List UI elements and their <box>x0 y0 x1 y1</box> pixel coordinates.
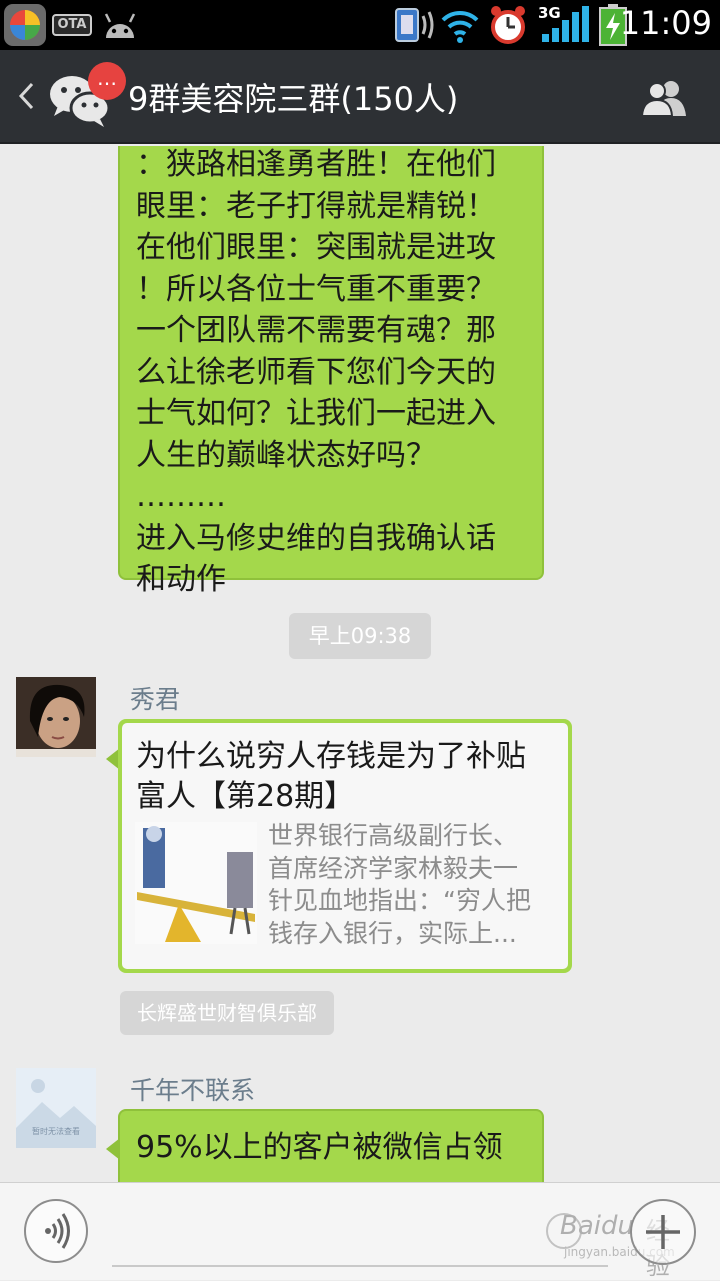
status-clock: 11:09 <box>619 4 712 42</box>
plus-icon <box>646 1215 680 1249</box>
app-store-icon <box>4 4 46 46</box>
article-title-line: 为什么说穷人存钱是为了补贴 <box>136 739 526 774</box>
article-description: 世界银行高级副行长、 首席经济学家林毅夫一 针见血地指出：“穷人把 钱存入银行，… <box>268 820 531 950</box>
message-line: 一个团队需不需要有魂？那 <box>136 313 496 348</box>
article-desc-line: 首席经济学家林毅夫一 <box>268 853 519 883</box>
message-line: 进入马修史维的自我确认话 <box>136 520 496 556</box>
voice-icon <box>45 1213 70 1249</box>
chat-title: 9群美容院三群(150人) <box>128 80 459 118</box>
chat-message-list[interactable]: ：狭路相逢勇者胜！在他们 眼里：老子打得就是精锐！ 在他们眼里：突围就是进攻 ！… <box>0 146 720 1182</box>
message-line: 和动作 <box>136 562 226 597</box>
article-title: 为什么说穷人存钱是为了补贴 富人【第28期】 <box>136 737 526 817</box>
article-card[interactable]: 为什么说穷人存钱是为了补贴 富人【第28期】 世界银行高级副行长、 首席经济学家… <box>118 719 572 973</box>
vibrate-icon <box>390 6 436 44</box>
article-title-line: 富人【第28期】 <box>136 779 355 814</box>
user-photo-icon <box>16 677 96 757</box>
avatar[interactable] <box>16 677 96 757</box>
message-line: 95%以上的客户被微信占领 <box>136 1130 503 1165</box>
alarm-clock-icon <box>488 4 528 46</box>
article-desc-line: 针见血地指出：“穷人把 <box>268 886 531 915</box>
badge-text: … <box>97 66 117 90</box>
signal-3g-icon: 3G <box>538 4 590 44</box>
placeholder-text: 暂时无法查看 <box>32 1127 80 1136</box>
sender-name: 秀君 <box>130 685 181 714</box>
article-thumbnail <box>135 822 257 944</box>
message-line: 士气如何？让我们一起进入 <box>136 396 496 431</box>
chevron-left-icon <box>18 82 34 110</box>
message-bubble[interactable]: ：狭路相逢勇者胜！在他们 眼里：老子打得就是精锐！ 在他们眼里：突围就是进攻 ！… <box>118 146 544 597</box>
back-button[interactable] <box>16 78 36 121</box>
message-line: 人生的巅峰状态好吗？ ……… <box>136 437 436 515</box>
ota-label: OTA <box>57 17 87 32</box>
wechat-icon[interactable]: … <box>48 62 126 128</box>
add-attachment-button[interactable] <box>630 1199 696 1265</box>
wifi-icon <box>440 6 480 44</box>
avatar-placeholder[interactable]: 暂时无法查看 <box>16 1068 96 1148</box>
timestamp-pill: 早上09:38 <box>289 613 431 659</box>
article-desc-line: 世界银行高级副行长、 <box>268 821 519 850</box>
message-text: ：狭路相逢勇者胜！在他们 眼里：老子打得就是精锐！ 在他们眼里：突围就是进攻 ！… <box>136 146 528 601</box>
android-icon <box>100 10 140 40</box>
chat-header: … 9群美容院三群(150人) <box>0 50 720 144</box>
message-bubble[interactable]: 95%以上的客户被微信占领 <box>118 1109 544 1182</box>
sender-name: 千年不联系 <box>130 1076 256 1105</box>
seesaw-image-icon <box>135 822 257 944</box>
message-line: ！所以各位士气重不重要？ <box>136 271 496 307</box>
ota-icon: OTA <box>52 14 92 36</box>
message-input[interactable] <box>112 1203 608 1267</box>
group-members-icon <box>640 81 686 117</box>
article-desc-line: 钱存入银行，实际上... <box>268 918 517 948</box>
article-source-pill[interactable]: 长辉盛世财智俱乐部 <box>120 991 334 1035</box>
unread-badge: … <box>88 62 126 100</box>
message-line: ：狭路相逢勇者胜！在他们 <box>136 147 496 182</box>
message-line: 眼里：老子打得就是精锐！ <box>136 188 496 224</box>
watermark-brand: Baidu <box>560 1211 634 1241</box>
message-text: 95%以上的客户被微信占领 <box>136 1127 528 1169</box>
group-members-button[interactable] <box>640 78 688 118</box>
input-bar: Baidu 经验 jingyan.baidu.com <box>0 1182 720 1280</box>
status-bar: OTA 3G 11:09 <box>0 0 720 50</box>
message-line: 么让徐老师看下您们今天的 <box>136 354 496 390</box>
message-line: 在他们眼里：突围就是进攻 <box>136 230 496 265</box>
voice-toggle-button[interactable] <box>24 1199 88 1263</box>
